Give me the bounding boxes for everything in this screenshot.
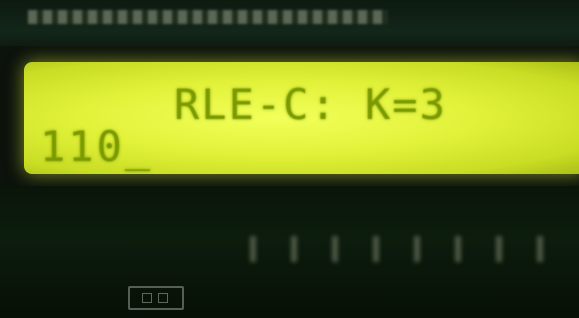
lcd-photo: RLE-C: K=3 110_ (0, 0, 579, 318)
lcd-line-1: RLE-C: K=3 (174, 80, 447, 129)
pcb-bottom-area (0, 186, 579, 318)
header-pins (28, 10, 388, 24)
connector-icon (128, 286, 184, 310)
pcb-top-strip (0, 0, 579, 52)
lcd-line-2: 110_ (40, 122, 154, 171)
solder-pads (250, 236, 560, 262)
lcd-display: RLE-C: K=3 110_ (24, 62, 579, 174)
